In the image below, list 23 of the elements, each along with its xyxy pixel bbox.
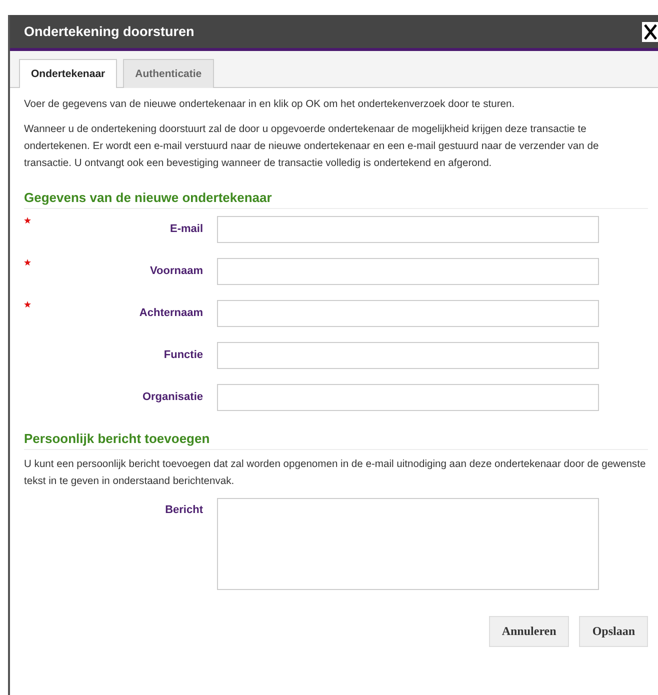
field-label: Voornaam [149,265,204,277]
tab[interactable]: Authenticatie [123,59,214,88]
section-heading: Persoonlijk bericht toevoegen [24,431,648,450]
input-field[interactable] [217,342,599,368]
intro-text: Wanneer u de ondertekening doorstuurt zal de door u opgevoerde ondertekenaar de mogelijkheid krijgen deze transactie te ondertekenen. Er wordt een e-mail verstuurd naar de nieuwe ondertekenaar en een e-mail gestuurd naar de verzender van de transactie. U ontvangt ook een bevestiging wanneer de transactie volledig is ondertekend en afgerond. [24,123,600,171]
dialog-button[interactable]: Annuleren [488,616,570,647]
section-heading: Gegevens van de nieuwe ondertekenaar [24,190,648,209]
input-field[interactable] [217,300,599,326]
window-title: Ondertekening doorsturen [24,24,194,39]
field-label: Functie [162,349,204,361]
input-field[interactable] [217,384,599,410]
field-label: Bericht [164,503,204,516]
field-label: E-mail [168,223,204,235]
field-label: Organisatie [141,391,204,403]
input-field[interactable] [217,258,599,284]
description-text: U kunt een persoonlijk bericht toevoegen dat zal worden opgenomen in de e-mail uitnodiging aan deze ondertekenaar door de gewenste tekst in te geven in onderstaand berichtenvak. [24,458,647,489]
input-field[interactable] [217,216,599,242]
intro-text: Voer de gegevens van de nieuwe ondertekenaar in en klik op OK om het ondertekenverzoek door te sturen. [24,98,516,112]
dialog-button[interactable]: Opslaan [579,616,648,647]
close-icon[interactable] [642,22,658,42]
field-label: Achternaam [138,307,204,319]
message-field[interactable] [217,498,599,590]
tab[interactable]: Ondertekenaar [19,59,118,88]
